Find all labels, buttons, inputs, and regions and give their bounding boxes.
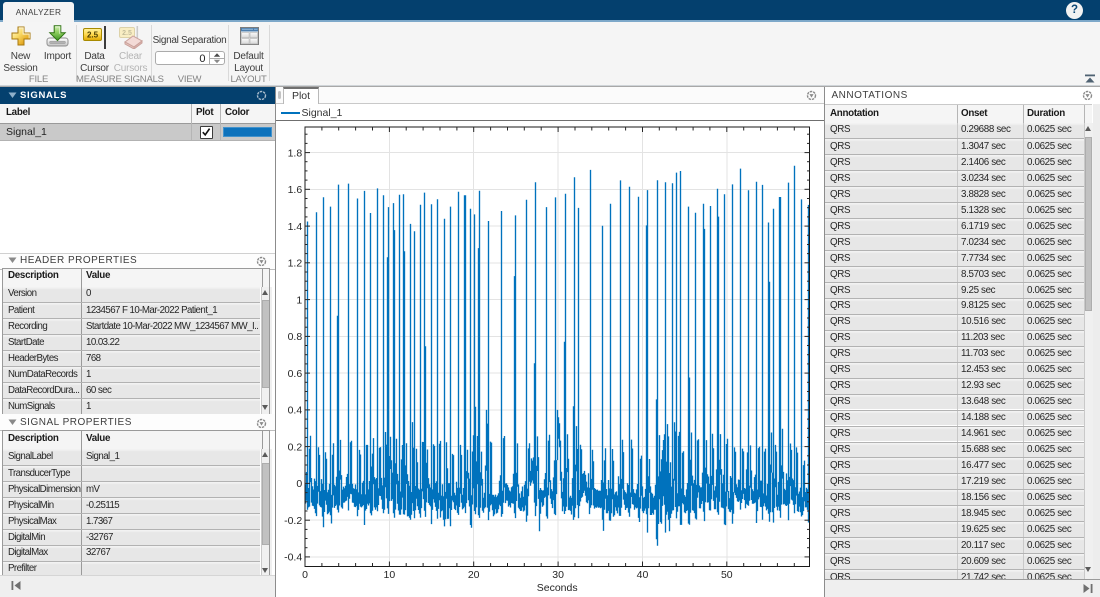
svg-text:40: 40	[637, 569, 649, 581]
svg-text:10: 10	[384, 569, 396, 581]
svg-text:1.2: 1.2	[288, 258, 303, 270]
svg-text:30: 30	[552, 569, 564, 581]
svg-text:0: 0	[296, 478, 302, 490]
svg-text:Seconds: Seconds	[537, 582, 578, 594]
svg-text:0.6: 0.6	[288, 368, 303, 380]
svg-text:0.2: 0.2	[288, 441, 303, 453]
svg-text:20: 20	[468, 569, 480, 581]
svg-text:0: 0	[302, 569, 308, 581]
svg-text:2.5: 2.5	[87, 31, 99, 40]
svg-text:0.8: 0.8	[288, 331, 303, 343]
svg-text:-0.4: -0.4	[284, 552, 302, 564]
svg-text:1.6: 1.6	[288, 184, 303, 196]
svg-text:1: 1	[296, 294, 302, 306]
svg-text:0.4: 0.4	[288, 405, 303, 417]
svg-text:2.5: 2.5	[122, 30, 132, 37]
svg-text:1.4: 1.4	[288, 221, 303, 233]
svg-text:50: 50	[721, 569, 733, 581]
svg-text:-0.2: -0.2	[284, 515, 302, 527]
svg-text:1.8: 1.8	[288, 147, 303, 159]
